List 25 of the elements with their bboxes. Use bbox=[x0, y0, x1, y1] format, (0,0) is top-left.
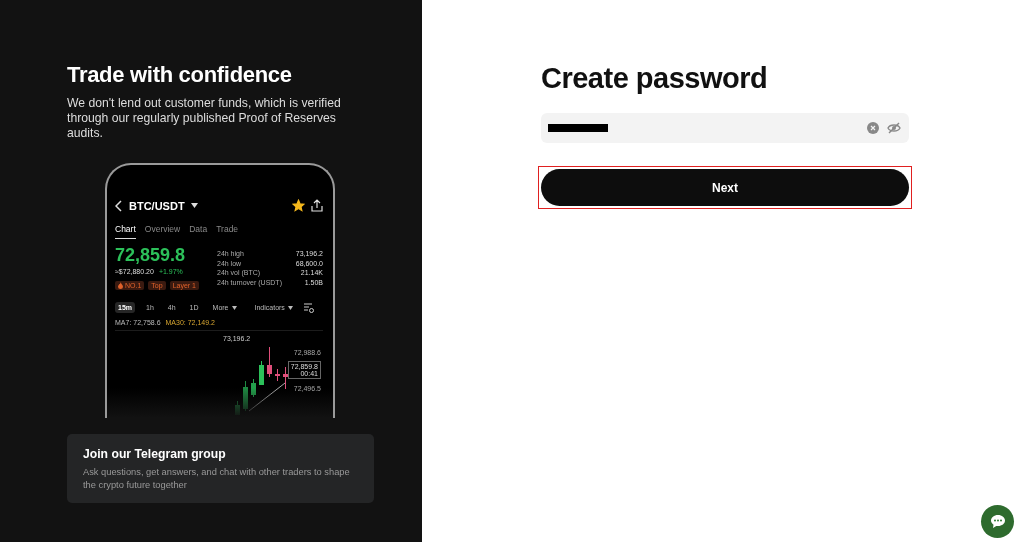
caret-icon bbox=[231, 305, 237, 310]
pair-title[interactable]: BTC/USDT bbox=[129, 199, 185, 212]
form-title: Create password bbox=[541, 62, 769, 95]
caret-icon bbox=[287, 305, 293, 310]
telegram-description: Ask questions, get answers, and chat with other traders to shape the crypto future together bbox=[83, 466, 351, 492]
caret-icon[interactable] bbox=[190, 203, 198, 208]
promo-description: We don't lend out customer funds, which is verified through our regularly published Proof of Reserves audits. bbox=[67, 96, 342, 141]
chart-settings-icon[interactable] bbox=[303, 302, 314, 313]
telegram-card[interactable]: Join our Telegram group Ask questions, get answers, and chat with other traders to shape the crypto future together bbox=[67, 434, 374, 503]
back-icon[interactable] bbox=[115, 199, 123, 212]
chat-icon bbox=[990, 515, 1005, 528]
chart-tab[interactable]: Chart bbox=[115, 224, 136, 239]
flame-icon bbox=[118, 282, 123, 289]
clear-icon[interactable] bbox=[867, 122, 879, 134]
password-field[interactable] bbox=[541, 113, 909, 143]
last-price: 72,859.8 bbox=[115, 245, 187, 266]
star-icon[interactable] bbox=[292, 199, 305, 212]
chart-tab[interactable]: Data bbox=[189, 224, 208, 239]
chart-tab[interactable]: Trade bbox=[216, 224, 239, 239]
share-icon[interactable] bbox=[311, 199, 323, 212]
next-button[interactable]: Next bbox=[541, 169, 909, 206]
promo-title: Trade with confidence bbox=[67, 62, 293, 88]
chart-tab[interactable]: Overview bbox=[144, 224, 181, 239]
eye-off-icon[interactable] bbox=[887, 122, 901, 134]
telegram-title: Join our Telegram group bbox=[83, 447, 227, 461]
